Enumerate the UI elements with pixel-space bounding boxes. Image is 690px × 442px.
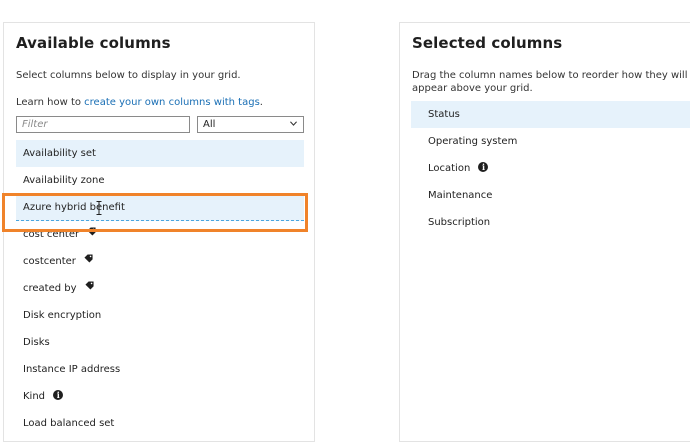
available-columns-title: Available columns	[16, 34, 171, 52]
list-item[interactable]: Disks	[16, 329, 304, 356]
create-tag-columns-link[interactable]: create your own columns with tags	[84, 97, 260, 108]
list-item[interactable]: Disk encryption	[16, 302, 304, 329]
list-item-label: Instance IP address	[23, 364, 121, 375]
text-cursor-icon	[96, 201, 102, 215]
list-item-label: Load balanced set	[23, 418, 115, 429]
selected-columns-description-line1: Drag the column names below to reorder h…	[412, 70, 688, 81]
list-item[interactable]: costcenter	[16, 248, 304, 275]
tag-icon	[85, 281, 94, 290]
list-item-label: Azure hybrid benefit	[23, 202, 125, 213]
filter-input[interactable]: Filter	[16, 116, 190, 133]
available-columns-list: Availability set Availability zone Azure…	[16, 140, 304, 437]
list-item-label: Maintenance	[428, 190, 493, 201]
selected-columns-title: Selected columns	[412, 34, 563, 52]
list-item[interactable]: Azure hybrid benefit	[16, 194, 304, 221]
list-item-label: Kind	[23, 391, 46, 402]
selected-columns-list: Status Operating system Location i Maint…	[411, 101, 690, 236]
learn-more-text: Learn how to create your own columns wit…	[16, 96, 263, 109]
list-item[interactable]: Operating system	[411, 128, 690, 155]
learn-more-prefix: Learn how to	[16, 97, 85, 108]
list-item-label: Availability set	[23, 148, 96, 159]
available-columns-panel: Available columns Select columns below t…	[3, 22, 315, 442]
list-item[interactable]: Instance IP address	[16, 356, 304, 383]
list-item[interactable]: Subscription	[411, 209, 690, 236]
list-item-label: Status	[428, 109, 460, 120]
list-item[interactable]: Load balanced set	[16, 410, 304, 437]
list-item[interactable]: created by	[16, 275, 304, 302]
list-item-label: Location	[428, 163, 471, 174]
column-type-select[interactable]: All	[197, 116, 304, 133]
learn-more-suffix: .	[259, 97, 263, 108]
tag-icon	[84, 254, 93, 263]
list-item-label: Availability zone	[23, 175, 105, 186]
list-item-label: Operating system	[428, 136, 518, 147]
column-type-select-value: All	[203, 119, 216, 130]
info-icon[interactable]: i	[53, 390, 64, 400]
list-item[interactable]: Kind i	[16, 383, 304, 410]
list-item-label: costcenter	[23, 256, 76, 267]
chevron-down-icon	[290, 121, 297, 126]
selected-columns-panel: Selected columns Drag the column names b…	[399, 22, 690, 442]
list-item-label: created by	[23, 283, 77, 294]
list-item[interactable]: Availability set	[16, 140, 304, 167]
selected-columns-description-line2: appear above your grid.	[412, 83, 533, 94]
list-item-label: Disks	[23, 337, 50, 348]
list-item[interactable]: Availability zone	[16, 167, 304, 194]
tag-icon	[87, 227, 96, 236]
list-item-label: Disk encryption	[23, 310, 102, 321]
available-columns-description: Select columns below to display in your …	[16, 70, 241, 81]
list-item-label: cost center	[23, 229, 80, 240]
list-item-label: Subscription	[428, 217, 491, 228]
list-item[interactable]: Maintenance	[411, 182, 690, 209]
selected-columns-description: Drag the column names below to reorder h…	[412, 69, 688, 95]
list-item[interactable]: cost center	[16, 221, 304, 248]
info-icon[interactable]: i	[478, 162, 489, 172]
list-item[interactable]: Location i	[411, 155, 690, 182]
list-item[interactable]: Status	[411, 101, 690, 128]
